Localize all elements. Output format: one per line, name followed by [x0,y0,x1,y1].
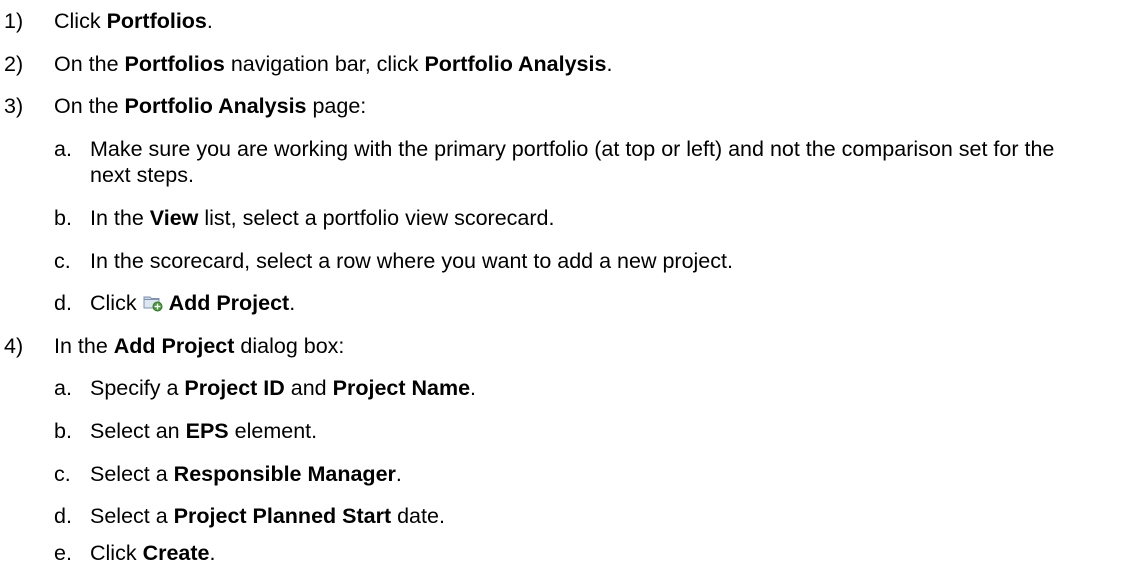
text-run: In the [90,206,150,230]
step-3: 3) On the Portfolio Analysis page: [0,93,366,119]
sub-step-letter: a. [54,137,72,161]
step-number: 3) [4,94,24,118]
text-run: Click [54,9,107,33]
text-run: date. [391,504,445,528]
step-1: 1) Click Portfolios. [0,8,213,34]
text-run: element. [228,419,318,443]
sub-step-text: Click Add Project. [90,291,295,315]
step-text: On the Portfolio Analysis page: [54,94,366,118]
text-run: . [206,9,213,33]
text-run: Select a [90,462,174,486]
step-number: 4) [4,334,24,358]
text-run: navigation bar, click [224,52,425,76]
ui-term: Responsible Manager [173,462,396,486]
text-run: On the [54,94,125,118]
ui-term: Project Planned Start [173,504,392,528]
ui-term: Project Name [332,376,471,400]
sub-step-letter: b. [54,419,72,443]
step-number: 2) [4,52,24,76]
step-text: In the Add Project dialog box: [54,334,344,358]
text-run: . [395,462,402,486]
step-4a: a. Specify a Project ID and Project Name. [54,375,476,401]
sub-step-text: Select a Project Planned Start date. [90,504,445,528]
sub-step-letter: d. [54,504,72,528]
step-3a: a. Make sure you are working with the pri… [54,136,1094,188]
text-run: and [284,376,333,400]
sub-step-text: Select a Responsible Manager. [90,462,402,486]
ui-term: Add Project [113,334,235,358]
sub-step-text: Make sure you are working with the prima… [90,137,1055,187]
sub-step-letter: c. [54,462,71,486]
text-run: . [470,376,477,400]
ui-term: Portfolios [106,9,207,33]
text-run: page: [306,94,367,118]
text-run: . [289,291,296,315]
text-run: Specify a [90,376,185,400]
ui-term: Create [142,541,210,565]
instruction-list: 1) Click Portfolios. 2) On the Portfolios … [0,0,1121,567]
ui-term: Portfolios [124,52,225,76]
step-4: 4) In the Add Project dialog box: [0,333,344,359]
step-4c: c. Select a Responsible Manager. [54,461,402,487]
step-number: 1) [4,9,24,33]
ui-term: Project ID [184,376,285,400]
ui-term: View [149,206,199,230]
sub-step-letter: e. [54,541,72,565]
sub-step-letter: d. [54,291,72,315]
step-text: On the Portfolios navigation bar, click … [54,52,612,76]
text-run: list, select a portfolio view scorecard. [198,206,555,230]
ui-term: EPS [185,419,229,443]
text-run: . [606,52,613,76]
ui-term: Add Project [168,291,290,315]
step-4e: e. Click Create. [54,540,215,566]
ui-term: Portfolio Analysis [124,94,307,118]
text-run: Select a [90,504,174,528]
sub-step-text: Specify a Project ID and Project Name. [90,376,476,400]
sub-step-text: Click Create. [90,541,215,565]
add-project-icon-graphic [143,296,163,312]
step-3b: b. In the View list, select a portfolio v… [54,205,554,231]
sub-step-letter: c. [54,249,71,273]
text-run: In the [54,334,114,358]
sub-step-letter: b. [54,206,72,230]
step-text: Click Portfolios. [54,9,213,33]
step-3d: d. Click Add Project. [54,290,295,316]
sub-step-text: In the scorecard, select a row where you… [90,249,733,273]
text-run: dialog box: [234,334,345,358]
sub-step-letter: a. [54,376,72,400]
text-run: Select an [90,419,186,443]
step-4b: b. Select an EPS element. [54,418,317,444]
step-3c: c. In the scorecard, select a row where y… [54,248,733,274]
ui-term: Portfolio Analysis [424,52,607,76]
text-run: On the [54,52,125,76]
sub-step-text: In the View list, select a portfolio vie… [90,206,554,230]
text-run: . [209,541,216,565]
step-4d: d. Select a Project Planned Start date. [54,503,445,529]
step-2: 2) On the Portfolios navigation bar, clic… [0,51,612,77]
text-run: Click [90,541,143,565]
add-project-icon [143,292,163,312]
text-run: Click [90,291,143,315]
sub-step-text: Select an EPS element. [90,419,317,443]
